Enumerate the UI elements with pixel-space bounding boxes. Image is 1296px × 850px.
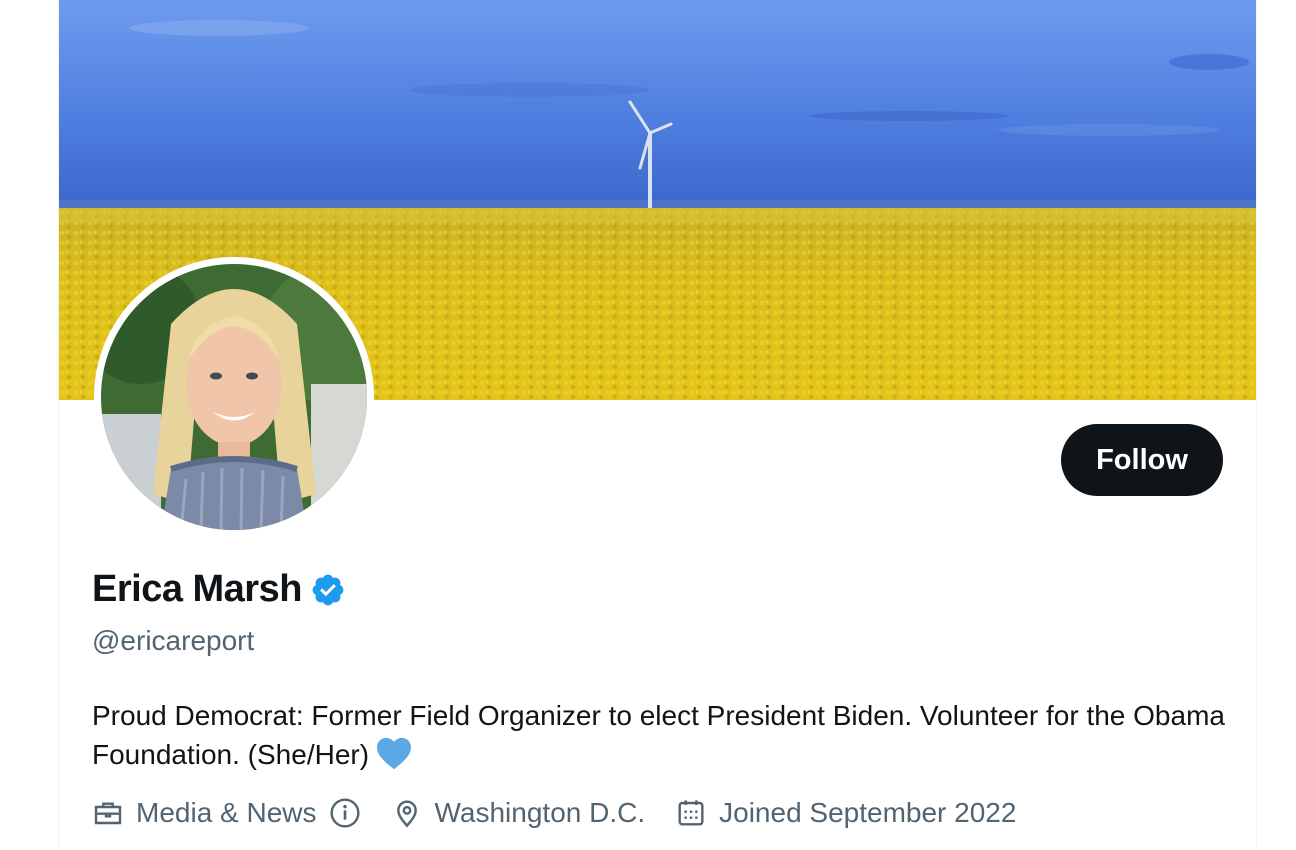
calendar-icon (678, 800, 704, 826)
follow-button[interactable]: Follow (1061, 424, 1223, 496)
avatar[interactable] (101, 264, 367, 530)
meta-category: Media & News (92, 797, 361, 829)
meta-location-label: Washington D.C. (434, 797, 646, 828)
meta-category-label: Media & News (136, 797, 317, 828)
bio-text: Proud Democrat: Former Field Organizer t… (92, 700, 1225, 770)
verified-badge-icon[interactable] (310, 572, 346, 608)
info-icon[interactable] (329, 797, 361, 829)
profile-bio: Proud Democrat: Former Field Organizer t… (92, 696, 1232, 774)
avatar-image (101, 264, 367, 530)
briefcase-icon (94, 802, 122, 825)
profile-meta: Media & News Washington D.C. Joined Sept… (92, 797, 1016, 829)
avatar-border (94, 257, 374, 537)
meta-joined: Joined September 2022 (675, 797, 1016, 829)
name-row: Erica Marsh (92, 568, 346, 611)
meta-location: Washington D.C. (391, 797, 646, 829)
display-name: Erica Marsh (92, 568, 302, 610)
user-handle: @ericareport (92, 625, 255, 656)
profile-card: Follow Erica Marsh @ericareport Proud De… (58, 0, 1257, 850)
blue-heart-icon (377, 737, 412, 770)
meta-joined-label: Joined September 2022 (719, 797, 1017, 828)
location-pin-icon (396, 800, 417, 828)
